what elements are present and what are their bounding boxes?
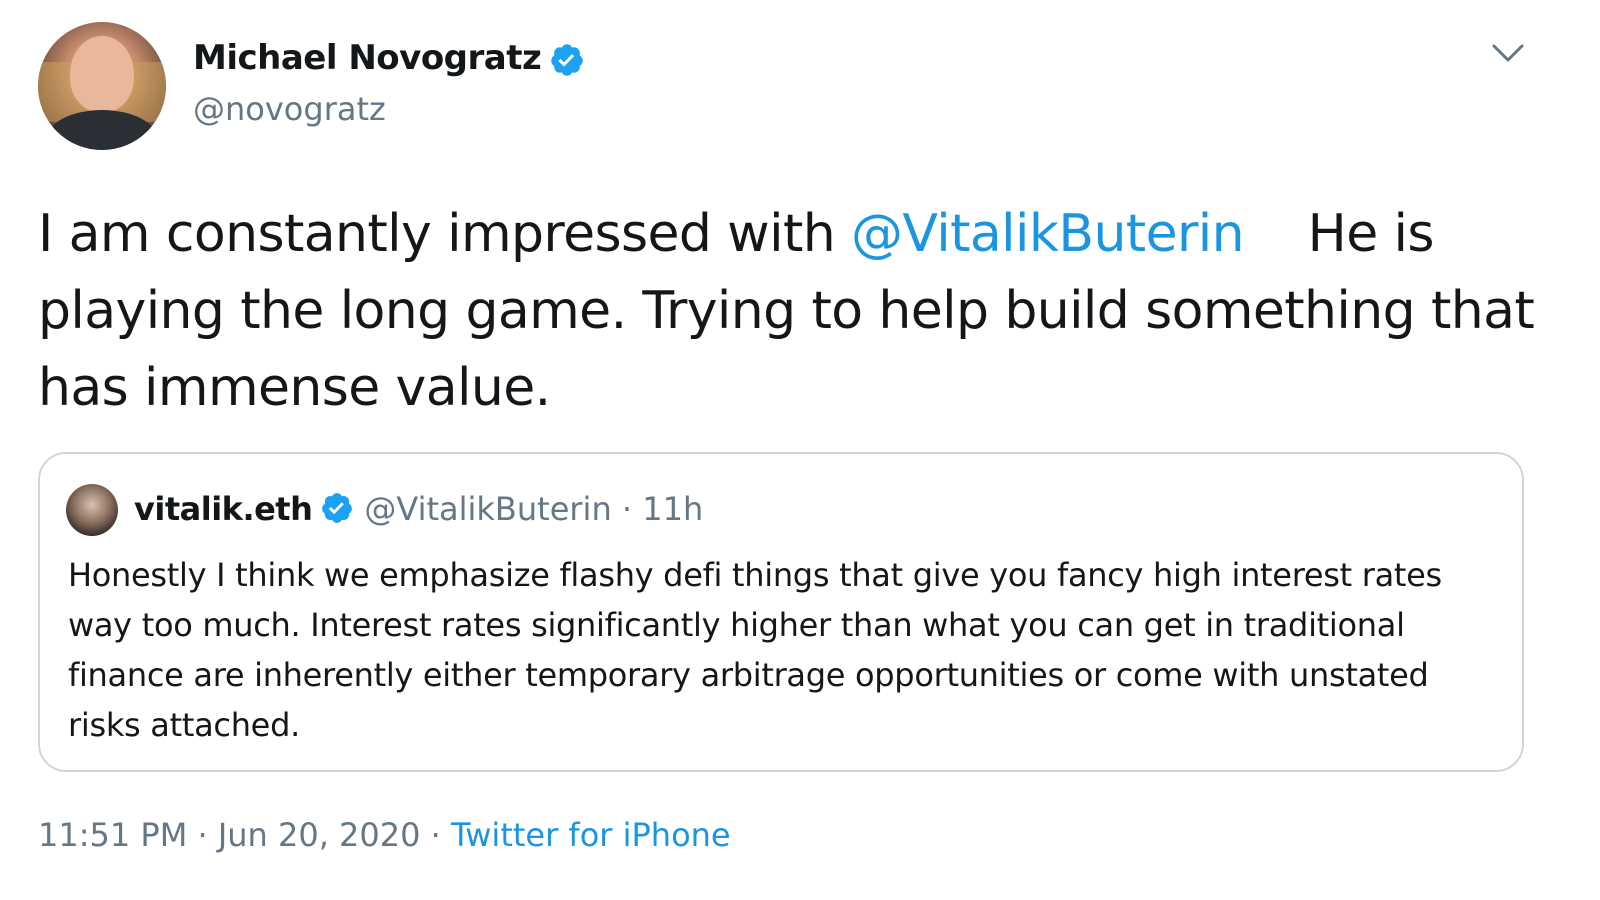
tweet-source-link[interactable]: Twitter for iPhone [451, 816, 731, 854]
quoted-author-avatar[interactable] [66, 484, 118, 536]
chevron-down-icon[interactable] [1488, 38, 1528, 68]
separator-dot: · [197, 816, 208, 854]
quoted-tweet[interactable]: vitalik.eth @VitalikButerin · 11h Honest… [38, 452, 1524, 772]
verified-badge-icon [322, 493, 353, 523]
author-name[interactable]: Michael Novogratz [193, 38, 542, 78]
quoted-tweet-time[interactable]: 11h [642, 490, 703, 528]
author-avatar[interactable] [38, 22, 166, 150]
tweet-metadata: 11:51 PM · Jun 20, 2020 · Twitter for iP… [38, 816, 731, 854]
quoted-tweet-text: Honestly I think we emphasize flashy def… [68, 556, 1442, 744]
author-name-row[interactable]: Michael Novogratz [193, 38, 585, 78]
mention-link[interactable]: @VitalikButerin [851, 204, 1245, 264]
author-handle[interactable]: @novogratz [193, 90, 386, 128]
tweet-date[interactable]: Jun 20, 2020 [218, 816, 421, 854]
quoted-tweet-header: vitalik.eth @VitalikButerin · 11h [134, 490, 703, 528]
quoted-author-handle[interactable]: @VitalikButerin [364, 490, 611, 528]
avatar-face [70, 36, 134, 112]
tweet-text: I am constantly impressed with @VitalikB… [38, 196, 1538, 427]
tweet-text-start: I am constantly impressed with [38, 204, 852, 264]
tweet-time[interactable]: 11:51 PM [38, 816, 187, 854]
separator-dot: · [621, 490, 633, 528]
verified-badge-icon [551, 43, 584, 76]
quoted-author-name[interactable]: vitalik.eth [134, 490, 313, 528]
separator-dot: · [430, 816, 441, 854]
tweet-card: Michael Novogratz @novogratz I am consta… [0, 0, 1600, 900]
